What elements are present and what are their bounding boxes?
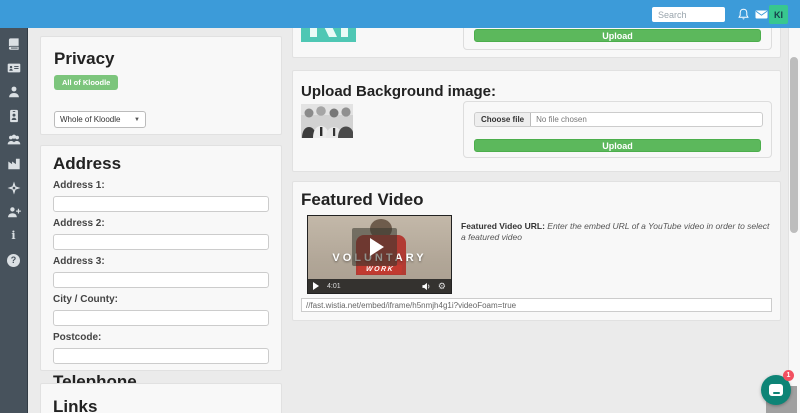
info-icon[interactable]: i — [7, 229, 21, 243]
privacy-select-value: Whole of Kloodle — [60, 115, 121, 124]
video-help-label: Featured Video URL: — [461, 221, 545, 231]
id-badge-icon[interactable] — [7, 109, 21, 123]
address3-label: Address 3: — [53, 256, 105, 267]
book-icon[interactable] — [7, 37, 21, 51]
scrollbar-thumb[interactable] — [790, 57, 798, 233]
background-upload-button[interactable]: Upload — [474, 139, 761, 152]
background-file-input[interactable]: Choose file No file chosen — [474, 112, 763, 127]
help-icon[interactable]: ? — [7, 253, 21, 267]
users-icon[interactable] — [7, 133, 21, 147]
address-card: Address Address 1: Address 2: Address 3:… — [40, 145, 282, 409]
background-upload-card: Upload Background image: Choose file No — [292, 70, 781, 172]
featured-video-title: Featured Video — [301, 190, 424, 209]
scrollbar-track — [788, 28, 800, 413]
links-card: Links — [40, 383, 282, 413]
sidebar-nav: i ? — [0, 28, 28, 413]
user-avatar[interactable]: KI — [769, 5, 788, 24]
messages-envelope-icon[interactable] — [755, 8, 768, 21]
id-card-icon[interactable] — [7, 61, 21, 75]
address2-label: Address 2: — [53, 218, 105, 229]
choose-file-button[interactable]: Choose file — [475, 113, 532, 126]
video-time: 4:01 — [327, 282, 341, 290]
crosshair-icon[interactable] — [7, 181, 21, 195]
no-file-chosen-text: No file chosen — [536, 115, 587, 124]
video-overlay-chip: WORK — [356, 265, 403, 274]
city-county-input[interactable] — [53, 310, 269, 326]
postcode-input[interactable] — [53, 348, 269, 364]
volume-icon[interactable] — [422, 282, 431, 291]
city-county-label: City / County: — [53, 294, 118, 305]
logo-upload-button[interactable]: Upload — [474, 29, 761, 42]
search-input[interactable] — [652, 7, 725, 22]
privacy-title: Privacy — [54, 49, 115, 68]
topbar: KI — [0, 0, 800, 28]
address-title: Address — [53, 154, 122, 173]
address1-label: Address 1: — [53, 180, 105, 191]
background-photo-image — [301, 104, 353, 138]
chevron-down-icon: ▼ — [134, 116, 140, 123]
video-help-text: Featured Video URL: Enter the embed URL … — [461, 221, 774, 242]
postcode-label: Postcode: — [53, 332, 102, 343]
privacy-select[interactable]: Whole of Kloodle ▼ — [54, 111, 146, 128]
video-play-button[interactable] — [352, 228, 397, 266]
control-play-icon[interactable] — [313, 282, 319, 290]
address3-input[interactable] — [53, 272, 269, 288]
user-icon[interactable] — [7, 85, 21, 99]
notifications-bell-icon[interactable] — [737, 8, 750, 21]
privacy-card: Privacy All of Kloodle Whole of Kloodle … — [40, 36, 282, 135]
background-thumbnail — [301, 104, 353, 138]
video-url-input[interactable] — [301, 298, 772, 312]
play-icon — [369, 238, 384, 256]
industry-icon[interactable] — [7, 157, 21, 171]
featured-video-card: Featured Video VOLUNTARY WORK 4:01 ⚙ Fea… — [292, 181, 781, 321]
chat-unread-badge: 1 — [783, 370, 794, 381]
background-upload-title: Upload Background image: — [301, 83, 497, 100]
address1-input[interactable] — [53, 196, 269, 212]
settings-gear-icon[interactable]: ⚙ — [438, 281, 446, 291]
address2-input[interactable] — [53, 234, 269, 250]
chat-bubble-icon — [769, 384, 783, 396]
user-plus-icon[interactable] — [7, 205, 21, 219]
links-title: Links — [53, 397, 98, 413]
kloodle-admin-screen: Privacy All of Kloodle Whole of Kloodle … — [0, 0, 800, 413]
background-upload-panel: Choose file No file chosen Upload — [463, 101, 772, 158]
video-player[interactable]: VOLUNTARY WORK 4:01 ⚙ — [307, 215, 452, 294]
privacy-badge: All of Kloodle — [54, 75, 119, 90]
video-control-bar: 4:01 ⚙ — [308, 279, 451, 293]
